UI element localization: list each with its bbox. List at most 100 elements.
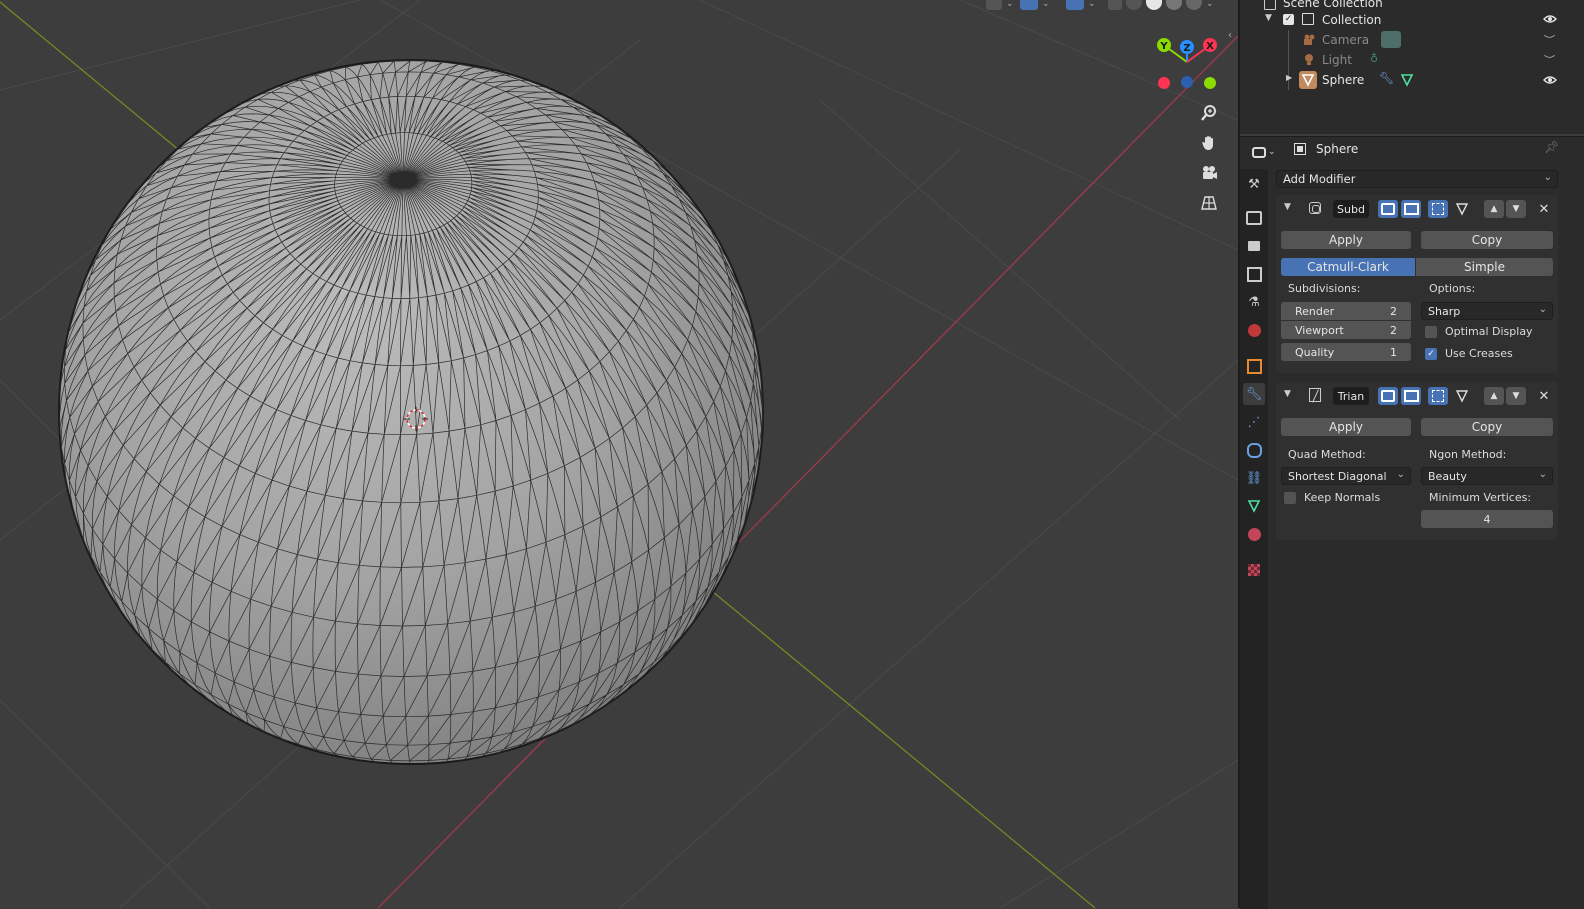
minimum-vertices-field[interactable]: 4 — [1421, 510, 1553, 528]
tab-constraints[interactable]: ⛓ — [1243, 467, 1265, 489]
tab-texture[interactable] — [1243, 559, 1265, 581]
hidden-eye-icon[interactable]: ︶ — [1544, 52, 1555, 68]
move-down-button[interactable]: ▼ — [1506, 387, 1526, 405]
context-object-name: Sphere — [1316, 142, 1359, 156]
ortho-toggle-button[interactable] — [1200, 194, 1226, 220]
tab-world[interactable] — [1243, 319, 1265, 341]
viewport-levels-label: Viewport — [1295, 323, 1344, 337]
shading-rendered-icon[interactable] — [1186, 0, 1202, 10]
copy-button[interactable]: Copy — [1421, 231, 1553, 249]
tab-tool[interactable]: ⚒ — [1243, 173, 1265, 195]
gizmo-neg-x-icon[interactable] — [1158, 77, 1170, 89]
viewport-levels-field[interactable]: Viewport 2 — [1281, 321, 1411, 339]
tab-scene[interactable]: ⚗ — [1243, 291, 1265, 313]
outliner-row-collection[interactable]: ▼ ✓ Collection — [1240, 10, 1584, 30]
move-down-button[interactable]: ▼ — [1506, 200, 1526, 218]
tool-icon: ⚒ — [1248, 176, 1260, 192]
snap-icon[interactable] — [986, 0, 1002, 10]
add-modifier-dropdown[interactable]: Add Modifier ⌄ — [1276, 170, 1558, 188]
quad-method-value: Shortest Diagonal — [1288, 469, 1387, 483]
tab-output[interactable] — [1243, 235, 1265, 257]
modifier-name-field[interactable]: Trian — [1333, 387, 1369, 405]
collapse-arrow-icon[interactable]: ▼ — [1284, 389, 1291, 399]
apply-button[interactable]: Apply — [1281, 231, 1411, 249]
ngon-method-dropdown[interactable]: Beauty ⌄ — [1421, 467, 1553, 485]
xray-toggle-icon[interactable] — [1108, 0, 1122, 10]
visibility-eye-icon[interactable] — [1543, 75, 1557, 85]
uv-smooth-dropdown[interactable]: Sharp ⌄ — [1421, 302, 1553, 320]
outliner-row-camera[interactable]: Camera ︶ — [1240, 30, 1584, 90]
overlay-icon[interactable] — [1066, 0, 1084, 10]
viewport-toggle-button[interactable] — [1401, 200, 1421, 218]
modifier-name-field[interactable]: Subd — [1333, 200, 1369, 218]
apply-button[interactable]: Apply — [1281, 418, 1411, 436]
camera-view-button[interactable] — [1200, 164, 1226, 190]
keep-normals-label: Keep Normals — [1304, 491, 1381, 504]
pin-icon[interactable]: 📌︎ — [1544, 140, 1559, 154]
expand-arrow-icon[interactable]: ▼ — [1265, 13, 1272, 23]
outliner-row-sphere[interactable]: ▶ Sphere 🔧︎ — [1240, 70, 1584, 90]
render-levels-field[interactable]: Render 2 — [1281, 302, 1411, 320]
quad-method-dropdown[interactable]: Shortest Diagonal ⌄ — [1281, 467, 1411, 485]
visibility-eye-icon[interactable] — [1543, 14, 1557, 24]
optimal-display-checkbox[interactable] — [1425, 326, 1437, 338]
simple-button[interactable]: Simple — [1416, 258, 1553, 276]
modifier-wrench-icon[interactable]: 🔧︎ — [1379, 71, 1394, 85]
mesh-data-icon[interactable] — [1400, 73, 1414, 87]
tab-particles[interactable]: ⋰ — [1243, 411, 1265, 433]
overlay-dropdown-icon[interactable]: ⌄ — [1088, 0, 1098, 10]
gizmo-neg-z-icon[interactable] — [1181, 76, 1193, 88]
shading-solid-icon[interactable] — [1146, 0, 1162, 10]
keep-normals-checkbox[interactable] — [1284, 492, 1296, 504]
camera-data-icon[interactable] — [1381, 31, 1401, 48]
quality-field[interactable]: Quality 1 — [1281, 343, 1411, 361]
viewport-toggle-button[interactable] — [1401, 387, 1421, 405]
navigation-gizmo[interactable]: Y Z X — [1157, 38, 1217, 89]
shading-dropdown-icon[interactable]: ⌄ — [1206, 0, 1216, 10]
cage-toggle-button[interactable] — [1452, 200, 1472, 218]
tab-data[interactable] — [1243, 495, 1265, 517]
sidebar-toggle-icon[interactable]: ‹ — [1228, 30, 1232, 41]
render-toggle-button[interactable] — [1378, 387, 1398, 405]
light-data-icon[interactable]: ♁ — [1370, 52, 1378, 65]
tab-render[interactable] — [1243, 207, 1265, 229]
cage-toggle-button[interactable] — [1452, 387, 1472, 405]
tab-view-layer[interactable] — [1243, 263, 1265, 285]
render-toggle-button[interactable] — [1378, 200, 1398, 218]
gizmo-neg-y-icon[interactable] — [1204, 77, 1216, 89]
editmode-toggle-button[interactable] — [1428, 387, 1448, 405]
proportional-dropdown-icon[interactable]: ⌄ — [1042, 0, 1052, 10]
collapse-arrow-icon[interactable]: ▼ — [1284, 202, 1291, 212]
use-creases-checkbox[interactable]: ✓ — [1425, 348, 1437, 360]
collection-icon — [1302, 13, 1314, 25]
remove-modifier-button[interactable]: ✕ — [1534, 387, 1554, 405]
proportional-edit-icon[interactable] — [1020, 0, 1038, 10]
collection-checkbox[interactable]: ✓ — [1283, 14, 1294, 25]
tab-modifiers[interactable]: 🔧︎ — [1243, 383, 1265, 405]
move-up-button[interactable]: ▲ — [1484, 200, 1504, 218]
hidden-eye-icon[interactable]: ︶ — [1544, 32, 1555, 48]
shading-wireframe-icon[interactable] — [1126, 0, 1142, 10]
editmode-toggle-button[interactable] — [1428, 200, 1448, 218]
grid-line — [699, 0, 1238, 251]
3d-viewport[interactable]: Y Z X ⌄ ⌄ ⌄ ⌄ ‹ — [0, 0, 1238, 908]
render-icon — [1246, 211, 1262, 225]
subdivision-modifier-panel: ▼ Subd ▲ ▼ ✕ Apply Copy Catmull-Clark Si… — [1276, 195, 1558, 373]
move-up-button[interactable]: ▲ — [1484, 387, 1504, 405]
outliner-row-light[interactable]: Light ♁ ︶ — [1240, 50, 1584, 70]
remove-modifier-button[interactable]: ✕ — [1534, 200, 1554, 218]
catmull-clark-button[interactable]: Catmull-Clark — [1281, 258, 1415, 276]
zoom-button[interactable] — [1200, 104, 1226, 130]
copy-button[interactable]: Copy — [1421, 418, 1553, 436]
snap-dropdown-icon[interactable]: ⌄ — [1006, 0, 1016, 10]
shading-material-icon[interactable] — [1166, 0, 1182, 10]
expand-arrow-icon[interactable]: ▶ — [1286, 73, 1292, 82]
pan-button[interactable] — [1200, 134, 1226, 160]
tab-object[interactable] — [1243, 355, 1265, 377]
monitor-icon — [1403, 203, 1419, 215]
chevron-down-icon: ⌄ — [1543, 172, 1552, 183]
tab-material[interactable] — [1243, 523, 1265, 545]
tab-physics[interactable] — [1243, 439, 1265, 461]
editor-type-button[interactable]: ⌄ — [1252, 142, 1278, 162]
cage-icon — [1455, 203, 1469, 216]
